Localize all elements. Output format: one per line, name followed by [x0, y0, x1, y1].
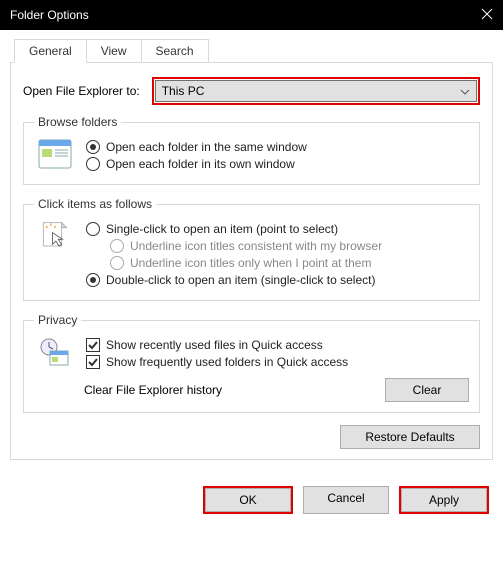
close-icon[interactable]: [481, 8, 493, 23]
group-legend: Click items as follows: [34, 197, 156, 211]
open-explorer-label: Open File Explorer to:: [23, 84, 140, 98]
radio-label: Open each folder in its own window: [106, 157, 295, 171]
browse-folders-group: Browse folders Open each folde: [23, 115, 480, 185]
radio-label: Double-click to open an item (single-cli…: [106, 273, 375, 287]
window-title: Folder Options: [10, 8, 89, 22]
title-bar: Folder Options: [0, 0, 503, 30]
radio-underline-browser: [110, 239, 124, 253]
tab-general[interactable]: General: [14, 39, 87, 63]
highlight-apply: Apply: [399, 486, 489, 514]
click-items-group: Click items as follows Singl: [23, 197, 480, 301]
radio-own-window[interactable]: [86, 157, 100, 171]
radio-label: Open each folder in the same window: [106, 140, 307, 154]
radio-single-click[interactable]: [86, 222, 100, 236]
apply-button[interactable]: Apply: [401, 488, 487, 512]
cancel-button[interactable]: Cancel: [303, 486, 389, 514]
highlight-ok: OK: [203, 486, 293, 514]
check-label: Show frequently used folders in Quick ac…: [106, 355, 348, 369]
check-label: Show recently used files in Quick access: [106, 338, 323, 352]
clear-button[interactable]: Clear: [385, 378, 469, 402]
general-panel: Open File Explorer to: This PC Browse fo…: [10, 62, 493, 460]
clear-history-label: Clear File Explorer history: [84, 383, 222, 397]
check-frequent-folders[interactable]: [86, 355, 100, 369]
tab-search[interactable]: Search: [141, 39, 209, 63]
tab-view[interactable]: View: [86, 39, 142, 63]
radio-label: Underline icon titles only when I point …: [130, 256, 371, 270]
check-recent-files[interactable]: [86, 338, 100, 352]
group-legend: Privacy: [34, 313, 81, 327]
radio-label: Single-click to open an item (point to s…: [106, 222, 338, 236]
click-icon: [38, 221, 72, 251]
dropdown-value: This PC: [162, 84, 205, 98]
chevron-down-icon: [460, 84, 470, 98]
radio-same-window[interactable]: [86, 140, 100, 154]
restore-defaults-button[interactable]: Restore Defaults: [340, 425, 480, 449]
radio-underline-point: [110, 256, 124, 270]
privacy-icon: [38, 337, 72, 367]
radio-double-click[interactable]: [86, 273, 100, 287]
footer-buttons: OK Cancel Apply: [0, 468, 503, 522]
highlight-dropdown: This PC: [152, 77, 480, 105]
group-legend: Browse folders: [34, 115, 121, 129]
privacy-group: Privacy Show re: [23, 313, 480, 413]
open-explorer-dropdown[interactable]: This PC: [155, 80, 477, 102]
tab-strip: General View Search: [14, 39, 493, 63]
radio-label: Underline icon titles consistent with my…: [130, 239, 382, 253]
window-icon: [38, 139, 72, 169]
ok-button[interactable]: OK: [205, 488, 291, 512]
